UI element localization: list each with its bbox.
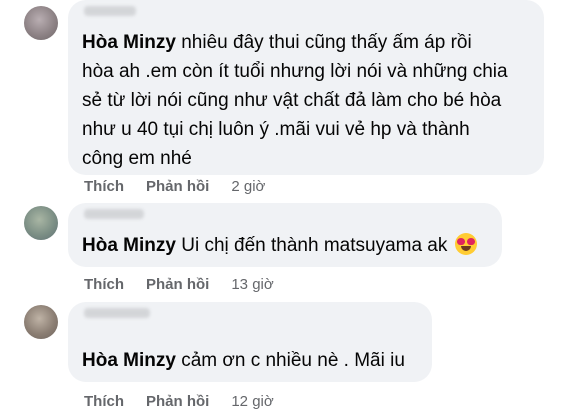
- comment-text: Hòa Minzy nhiêu đây thui cũng thấy ấm áp…: [82, 28, 532, 173]
- comment-text: Hòa Minzy cảm ơn c nhiều nè . Mãi iu: [82, 346, 420, 375]
- comment-bubble: Hòa Minzy nhiêu đây thui cũng thấy ấm áp…: [68, 0, 544, 175]
- comment-line: như u 40 tụi chị luôn ý .mãi vui vẻ hp v…: [82, 119, 470, 140]
- timestamp[interactable]: 12 giờ: [231, 393, 273, 410]
- like-button[interactable]: Thích: [84, 178, 124, 195]
- blurred-commenter-name: [84, 209, 144, 219]
- comment-bubble: Hòa Minzy Ui chị đến thành matsuyama ak: [68, 203, 502, 267]
- comment-actions: Thích Phản hồi 12 giờ: [84, 393, 274, 410]
- blurred-commenter-name: [84, 308, 150, 318]
- comment-text: Hòa Minzy Ui chị đến thành matsuyama ak: [82, 231, 490, 260]
- mention-author[interactable]: Hòa Minzy: [82, 32, 176, 53]
- reply-button[interactable]: Phản hồi: [146, 276, 209, 293]
- like-button[interactable]: Thích: [84, 393, 124, 410]
- comment-actions: Thích Phản hồi 13 giờ: [84, 276, 274, 293]
- like-button[interactable]: Thích: [84, 276, 124, 293]
- comment-body: cảm ơn c nhiều nè . Mãi iu: [175, 350, 405, 371]
- comment-line: sẻ từ lời nói cũng như vật chất đả làm c…: [82, 90, 502, 111]
- timestamp[interactable]: 2 giờ: [231, 178, 265, 195]
- comment-actions: Thích Phản hồi 2 giờ: [84, 178, 265, 195]
- mention-author[interactable]: Hòa Minzy: [82, 350, 176, 371]
- avatar[interactable]: [24, 305, 58, 339]
- comment-line: hòa ah .em còn ít tuổi nhưng lời nói và …: [82, 61, 508, 82]
- comment-line: nhiêu đây thui cũng thấy ấm áp rồi: [175, 32, 472, 53]
- blurred-commenter-name: [84, 6, 136, 16]
- avatar[interactable]: [24, 206, 58, 240]
- reply-button[interactable]: Phản hồi: [146, 393, 209, 410]
- comment-line: công em nhé: [82, 148, 192, 169]
- comment-body: Ui chị đến thành matsuyama ak: [175, 235, 448, 256]
- timestamp[interactable]: 13 giờ: [231, 276, 273, 293]
- avatar[interactable]: [24, 6, 58, 40]
- comment-bubble: Hòa Minzy cảm ơn c nhiều nè . Mãi iu: [68, 302, 432, 382]
- heart-eyes-emoji-icon: [454, 233, 477, 255]
- mention-author[interactable]: Hòa Minzy: [82, 235, 176, 256]
- reply-button[interactable]: Phản hồi: [146, 178, 209, 195]
